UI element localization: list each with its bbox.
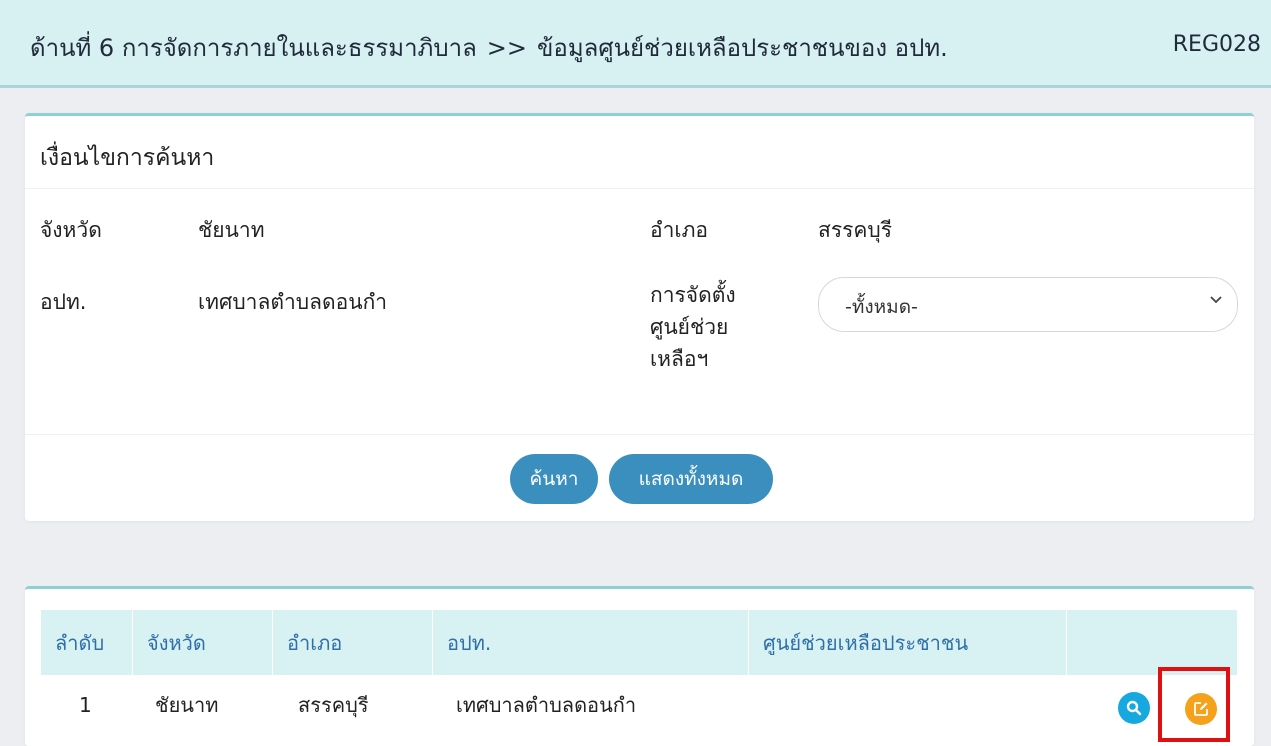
- breadcrumb-separator: >>: [486, 34, 527, 62]
- cell-district: สรรคบุรี: [298, 693, 369, 717]
- lao-value: เทศบาลตำบลดอนกำ: [198, 290, 388, 314]
- search-icon: [1126, 700, 1142, 716]
- highlight-box: [1158, 667, 1230, 742]
- center-setup-select[interactable]: -ทั้งหมด-: [818, 277, 1238, 332]
- cell-center: [749, 675, 1067, 735]
- column-header-center: ศูนย์ช่วยเหลือประชาชน: [749, 610, 1067, 675]
- cell-province: ชัยนาท: [155, 693, 219, 717]
- center-setup-label: การจัดตั้ง ศูนย์ช่วย เหลือฯ: [650, 283, 736, 371]
- divider: [25, 188, 1254, 189]
- breadcrumb-section: ด้านที่ 6 การจัดการภายในและธรรมาภิบาล: [30, 34, 477, 62]
- breadcrumb: ด้านที่ 6 การจัดการภายในและธรรมาภิบาล >> ข…: [30, 28, 948, 67]
- search-button[interactable]: ค้นหา: [510, 454, 598, 504]
- search-panel-title: เงื่อนไขการค้นหา: [40, 145, 215, 171]
- divider: [25, 434, 1254, 435]
- chevron-down-icon: [1210, 296, 1222, 304]
- district-label: อำเภอ: [650, 218, 709, 242]
- district-value: สรรคบุรี: [818, 218, 893, 242]
- show-all-button[interactable]: แสดงทั้งหมด: [609, 454, 773, 504]
- column-header-actions: [1067, 610, 1237, 675]
- province-value: ชัยนาท: [198, 218, 265, 242]
- page-header: ด้านที่ 6 การจัดการภายในและธรรมาภิบาล >> ข…: [0, 0, 1271, 88]
- province-label: จังหวัด: [40, 218, 102, 242]
- column-header-district: อำเภอ: [273, 610, 433, 675]
- center-setup-select-value: -ทั้งหมด-: [845, 296, 918, 318]
- column-header-no: ลำดับ: [41, 610, 133, 675]
- page-title: ข้อมูลศูนย์ช่วยเหลือประชาชนของ อปท.: [537, 34, 948, 62]
- view-button[interactable]: [1118, 692, 1150, 724]
- results-panel: ลำดับ จังหวัด อำเภอ อปท. ศูนย์ช่วยเหลือป…: [25, 586, 1254, 746]
- column-header-province: จังหวัด: [133, 610, 273, 675]
- table-header: ลำดับ จังหวัด อำเภอ อปท. ศูนย์ช่วยเหลือป…: [41, 610, 1237, 675]
- table-row: 1 ชัยนาท สรรคบุรี เทศบาลตำบลดอนกำ: [41, 675, 1237, 735]
- page-code: REG028: [1172, 32, 1261, 57]
- lao-label: อปท.: [40, 290, 87, 314]
- cell-lao: เทศบาลตำบลดอนกำ: [456, 693, 637, 717]
- column-header-lao: อปท.: [433, 610, 749, 675]
- cell-no: 1: [79, 693, 92, 717]
- search-panel: เงื่อนไขการค้นหา จังหวัด ชัยนาท อำเภอ สร…: [25, 113, 1254, 521]
